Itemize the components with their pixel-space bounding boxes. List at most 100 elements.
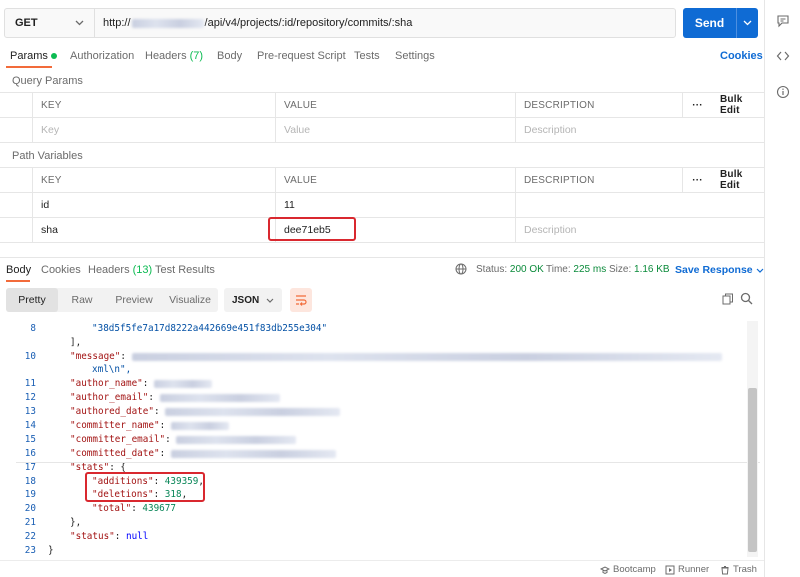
status-value: 200 OK — [509, 264, 544, 275]
response-body-editor[interactable]: 8 "38d5f5fe7a17d8222a442669e451f83db255e3… — [0, 321, 760, 557]
col-key: KEY — [32, 168, 275, 192]
url-input[interactable]: http:// /api/v4/projects/:id/repository/… — [95, 17, 412, 29]
col-key: KEY — [32, 93, 275, 117]
cookies-link[interactable]: Cookies — [720, 50, 763, 62]
chevron-down-icon — [75, 20, 84, 26]
tab-tests[interactable]: Tests — [354, 50, 380, 62]
time-value: 225 ms — [573, 264, 607, 275]
tab-response-cookies[interactable]: Cookies — [41, 264, 81, 276]
pretty-button[interactable]: Pretty — [6, 288, 58, 312]
col-value: VALUE — [275, 168, 515, 192]
url-bar: GET http:// /api/v4/projects/:id/reposit… — [4, 8, 676, 38]
description-input[interactable] — [515, 193, 764, 217]
url-path: /api/v4/projects/:id/repository/commits/… — [204, 17, 413, 29]
comments-icon[interactable] — [776, 14, 790, 28]
code-line: xml\n", — [92, 364, 132, 375]
more-options-icon[interactable]: ··· — [682, 168, 712, 192]
query-params-table: KEY VALUE DESCRIPTION ··· Bulk Edit Key … — [0, 92, 764, 143]
row-checkbox[interactable] — [0, 118, 32, 142]
status-bar: Bootcamp Runner Trash — [0, 560, 764, 577]
runner-icon — [665, 565, 675, 574]
tab-response-headers[interactable]: Headers (13) — [88, 264, 152, 276]
divider — [16, 462, 760, 463]
method-select[interactable]: GET — [5, 9, 95, 37]
tab-params[interactable]: Params — [10, 50, 57, 62]
copy-icon[interactable] — [722, 293, 734, 305]
description-input[interactable]: Description — [515, 218, 764, 242]
key-cell: id — [32, 193, 275, 217]
query-params-title: Query Params — [12, 75, 83, 87]
redacted-value — [153, 379, 212, 388]
table-row: Key Value Description — [0, 118, 764, 143]
table-header-row: KEY VALUE DESCRIPTION ··· Bulk Edit — [0, 168, 764, 193]
key-input[interactable]: Key — [32, 118, 275, 142]
tab-headers[interactable]: Headers (7) — [145, 50, 203, 62]
code-line: 11 "author_name": — [0, 377, 750, 390]
code-line: 14 "committer_name": — [0, 419, 750, 432]
method-label: GET — [15, 17, 38, 29]
trash-icon — [721, 565, 729, 574]
redacted-value — [170, 449, 336, 458]
active-tab-indicator — [6, 280, 30, 282]
send-label: Send — [694, 16, 725, 30]
chevron-down-icon — [756, 268, 763, 273]
tab-body[interactable]: Body — [217, 50, 242, 62]
info-icon[interactable] — [776, 85, 790, 99]
tab-pre-request-script[interactable]: Pre-request Script — [257, 50, 346, 62]
preview-button[interactable]: Preview — [106, 288, 162, 312]
runner-button[interactable]: Runner — [665, 564, 709, 575]
code-line: 23} — [24, 545, 54, 556]
view-mode-toggle: Pretty Raw Preview Visualize — [6, 288, 218, 312]
send-button[interactable]: Send — [683, 8, 758, 38]
key-cell: sha — [32, 218, 275, 242]
bulk-edit-button[interactable]: Bulk Edit — [712, 93, 764, 117]
tab-response-body[interactable]: Body — [6, 264, 31, 276]
value-input[interactable]: 11 — [275, 193, 515, 217]
highlight-box-stats — [85, 472, 205, 502]
wrap-lines-button[interactable] — [290, 288, 312, 312]
code-line: 20 "total": 439677 — [24, 503, 176, 514]
bootcamp-icon — [600, 565, 610, 574]
scrollbar-thumb[interactable] — [748, 388, 757, 552]
redacted-message — [131, 352, 722, 361]
raw-button[interactable]: Raw — [58, 288, 106, 312]
search-icon[interactable] — [740, 292, 753, 305]
save-response-button[interactable]: Save Response — [675, 264, 764, 276]
description-input[interactable]: Description — [515, 118, 764, 142]
more-options-icon[interactable]: ··· — [682, 93, 712, 117]
table-row: id 11 — [0, 193, 764, 218]
path-variables-table: KEY VALUE DESCRIPTION ··· Bulk Edit id 1… — [0, 167, 764, 243]
highlight-box-sha — [268, 217, 356, 241]
globe-icon[interactable] — [455, 263, 467, 275]
code-snippet-icon[interactable] — [776, 49, 790, 63]
tab-settings[interactable]: Settings — [395, 50, 435, 62]
tab-test-results[interactable]: Test Results — [155, 264, 215, 276]
value-input[interactable]: Value — [275, 118, 515, 142]
tab-authorization[interactable]: Authorization — [70, 50, 134, 62]
redacted-value — [165, 407, 341, 416]
status-readout: Status: 200 OK — [476, 264, 544, 275]
code-line: 15 "committer_email": — [0, 433, 750, 446]
bulk-edit-button[interactable]: Bulk Edit — [712, 168, 764, 192]
code-line: 16 "committed_date": — [0, 447, 750, 460]
time-readout: Time: 225 ms — [546, 264, 607, 275]
col-description: DESCRIPTION — [515, 93, 682, 117]
trash-button[interactable]: Trash — [720, 564, 757, 575]
url-prefix: http:// — [103, 17, 131, 29]
size-readout: Size: 1.16 KB — [609, 264, 670, 275]
size-value: 1.16 KB — [634, 264, 670, 275]
code-line: 10 "message": — [0, 350, 750, 363]
code-line: 13 "authored_date": — [0, 405, 750, 418]
send-options-chevron-icon[interactable] — [736, 8, 758, 38]
code-line: 21}, — [24, 517, 82, 528]
col-description: DESCRIPTION — [515, 168, 682, 192]
col-value: VALUE — [275, 93, 515, 117]
redacted-value — [176, 435, 297, 444]
code-line: ], — [70, 337, 82, 348]
table-row: sha dee71eb5 Description — [0, 218, 764, 243]
divider — [0, 257, 764, 258]
bootcamp-button[interactable]: Bootcamp — [600, 564, 656, 575]
format-select[interactable]: JSON — [224, 288, 282, 312]
redacted-value — [170, 421, 229, 430]
visualize-button[interactable]: Visualize — [162, 288, 218, 312]
